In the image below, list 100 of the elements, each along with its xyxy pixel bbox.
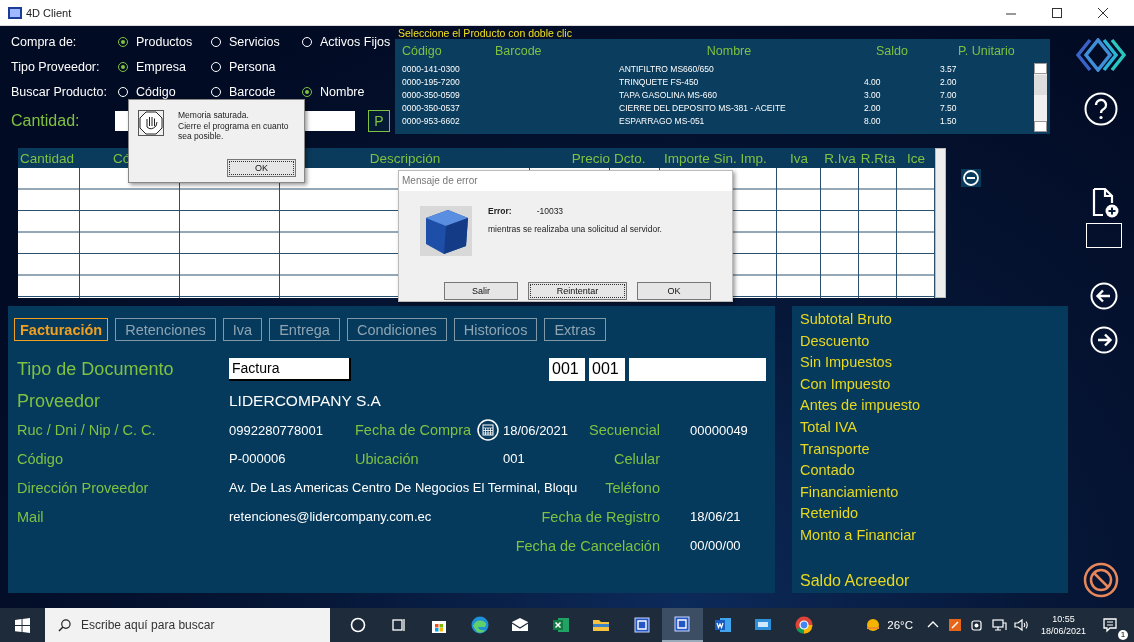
alert-message: Memoria saturada. Cierre el programa en cuanto sea posible. xyxy=(178,110,290,142)
column-header: Precio xyxy=(571,150,610,166)
field-label: Ruc / Dni / Nip / C. C. xyxy=(17,422,157,438)
table-cell: 0000-350-0537 xyxy=(402,102,460,113)
field-value: retenciones@lidercompany.com.ec xyxy=(229,509,433,524)
field-value: 18/06/2021 xyxy=(503,422,570,438)
tab[interactable]: Extras xyxy=(544,318,606,341)
total-label: Monto a Financiar xyxy=(800,525,918,545)
table-cell: 1.50 xyxy=(940,115,957,126)
table-cell: 2.00 xyxy=(864,102,881,113)
filter-label: Tipo Proveedor: xyxy=(11,59,101,74)
table-cell: 0000-350-0509 xyxy=(402,90,460,100)
table-cell: ESPARRAGO MS-051 xyxy=(619,115,705,126)
filter-label: Buscar Producto: xyxy=(11,84,108,99)
dialog-button[interactable]: OK xyxy=(637,282,711,300)
table-cell: CIERRE DEL DEPOSITO MS-381 - ACEITE xyxy=(619,102,786,113)
radio-label[interactable]: Empresa xyxy=(136,59,187,74)
clock[interactable]: 10:55 18/06/2021 xyxy=(1040,613,1086,637)
series-field[interactable]: 001 xyxy=(549,357,585,381)
filter-label: Compra de: xyxy=(11,34,78,49)
column-header: Ice xyxy=(907,150,925,166)
table-cell: 4.00 xyxy=(864,77,881,88)
dialog-button[interactable]: Reintentar xyxy=(528,282,627,300)
tab[interactable]: Iva xyxy=(222,318,263,341)
field-label: Fecha de Compra xyxy=(355,422,473,438)
field-label: Ubicación xyxy=(355,450,420,467)
table-cell: 8.00 xyxy=(864,115,881,126)
column-header: P. Unitario xyxy=(957,44,1016,58)
table-cell: 3.57 xyxy=(940,64,957,75)
total-label: Descuento xyxy=(800,331,871,351)
table-cell: 0000-141-0300 xyxy=(402,64,460,75)
temperature[interactable]: 26°C xyxy=(887,619,913,631)
field-value: 001 xyxy=(503,451,526,466)
table-cell: ANTIFILTRO MS660/650 xyxy=(619,64,714,75)
document-type-field[interactable]: Factura xyxy=(229,357,351,381)
field-label: Tipo de Documento xyxy=(17,358,175,380)
balance-label: Saldo Acreedor xyxy=(800,572,911,590)
field-value: 0992280778001 xyxy=(229,422,324,438)
radio-label[interactable]: Persona xyxy=(229,59,276,74)
dialog-button[interactable]: Salir xyxy=(444,282,518,300)
table-cell: 2.00 xyxy=(940,77,957,88)
field-value: 00/00/00 xyxy=(690,538,742,553)
field-value: Av. De Las Americas Centro De Negocios El Terminal, Bloqu xyxy=(229,480,579,495)
column-header: Dcto. xyxy=(614,150,646,166)
tab[interactable]: Retenciones xyxy=(115,318,216,341)
field-label: Mail xyxy=(17,508,45,525)
series-field[interactable]: 001 xyxy=(589,357,625,381)
column-header: Saldo xyxy=(875,44,909,58)
window-title: 4D Client xyxy=(26,6,72,19)
total-label: Subtotal Bruto xyxy=(800,310,893,329)
table-cell: 7.50 xyxy=(940,102,957,113)
ok-button[interactable]: OK xyxy=(227,159,296,177)
tab[interactable]: Facturación xyxy=(14,318,109,341)
radio-label[interactable]: Productos xyxy=(136,34,193,49)
table-cell: 3.00 xyxy=(864,90,881,100)
column-header: R.Iva xyxy=(824,150,856,166)
column-header: Código xyxy=(402,44,443,58)
table-cell: TAPA GASOLINA MS-660 xyxy=(619,90,717,100)
column-header: Nombre xyxy=(705,44,753,58)
field-label: Secuencial xyxy=(589,422,660,438)
radio-label[interactable]: Código xyxy=(136,84,176,99)
total-label: Antes de impuesto xyxy=(800,396,922,416)
field-value: 18/06/21 xyxy=(690,509,742,524)
radio-label[interactable]: Servicios xyxy=(229,34,280,49)
notification-count: 1 xyxy=(1118,630,1128,640)
field-label: Dirección Proveedor xyxy=(17,479,150,496)
field-label: Proveedor xyxy=(17,390,102,412)
search-field[interactable]: Escribe aquí para buscar xyxy=(45,608,330,642)
radio-label[interactable]: Nombre xyxy=(320,84,365,99)
column-header: R.Rta xyxy=(860,150,896,166)
field-label: Teléfono xyxy=(605,479,660,496)
radio-label[interactable]: Barcode xyxy=(229,84,276,99)
total-label: Contado xyxy=(800,461,856,481)
column-header: Iva xyxy=(790,150,808,166)
field-value: LIDERCOMPANY S.A xyxy=(229,392,382,410)
total-label: Con Impuesto xyxy=(800,374,892,394)
quantity-label: Cantidad: xyxy=(11,112,81,130)
table-cell: 0000-953-6602 xyxy=(402,115,460,126)
column-header: Importe Sin. Imp. xyxy=(664,150,767,166)
column-header: Barcode xyxy=(495,44,543,58)
table-cell: 0000-195-7200 xyxy=(402,77,460,88)
radio-label[interactable]: Activos Fijos xyxy=(320,34,391,49)
product-button[interactable]: P xyxy=(368,110,390,132)
product-list-caption: Seleccione el Producto con doble clic xyxy=(398,27,573,39)
total-label: Financiamiento xyxy=(800,482,900,502)
total-label: Total IVA xyxy=(800,417,858,437)
field-value: P-000006 xyxy=(229,451,287,466)
error-code: -10033 xyxy=(536,206,564,216)
dialog-title: Mensaje de error xyxy=(399,171,732,191)
field-label: Código xyxy=(17,450,64,467)
error-message: mientras se realizaba una solicitud al servidor. xyxy=(488,224,662,234)
total-label: Sin Impuestos xyxy=(800,353,893,373)
tab[interactable]: Entrega xyxy=(269,318,340,341)
column-header: Descripción xyxy=(369,150,441,166)
error-label: Error: xyxy=(488,206,512,216)
column-header: Cantidad xyxy=(20,150,75,166)
field-label: Fecha de Cancelación xyxy=(515,537,660,554)
tab[interactable]: Historicos xyxy=(453,318,538,341)
table-cell: TRINQUETE FS-450 xyxy=(619,77,699,88)
tab[interactable]: Condiciones xyxy=(346,318,447,341)
